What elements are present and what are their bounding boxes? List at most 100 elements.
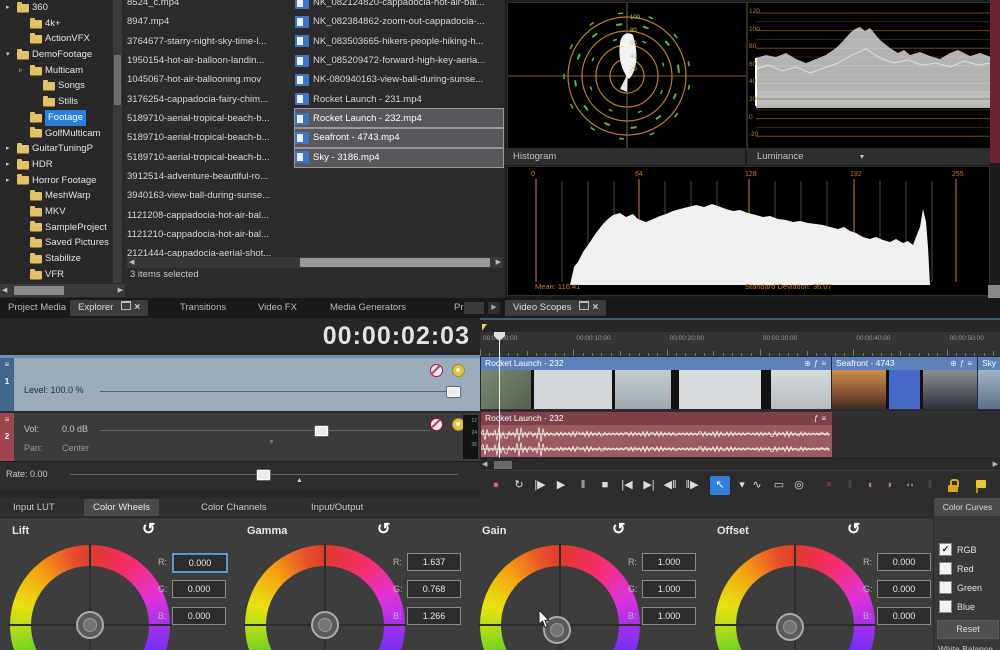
video-track-header[interactable]: ≡ 1 Level: 100.0 %: [0, 355, 480, 412]
tree-item-hdr[interactable]: ▸HDR: [0, 157, 125, 173]
scroll-left-icon[interactable]: ◀: [129, 257, 134, 268]
pan-crop-icon[interactable]: ⊕: [804, 359, 814, 368]
file-row[interactable]: Rocket Launch - 231.mp4: [295, 90, 503, 109]
file-row[interactable]: 1950154-hot-air-balloon-landin...: [127, 51, 295, 70]
tree-item-golfmulticam[interactable]: GolfMulticam: [0, 126, 125, 142]
file-row[interactable]: Rocket Launch - 232.mp4: [295, 109, 503, 128]
wheel-reset-icon[interactable]: ↺: [142, 519, 155, 539]
red-checkbox[interactable]: [939, 562, 952, 575]
tab-color-channels[interactable]: Color Channels: [192, 499, 275, 516]
offset-g-value[interactable]: 0.000: [877, 580, 931, 598]
channel-row-blue[interactable]: Blue: [939, 600, 975, 613]
play-button[interactable]: ▶: [551, 476, 571, 495]
tree-item-saved-pictures[interactable]: Saved Pictures: [0, 235, 125, 251]
normal-edit-tool-button[interactable]: ↖: [710, 476, 730, 495]
file-row[interactable]: NK_085209472-forward-high-key-aeria...: [295, 51, 503, 70]
wheel-reset-icon[interactable]: ↺: [612, 519, 625, 539]
vol-slider-handle[interactable]: [314, 425, 329, 437]
tree-item-mkv[interactable]: MKV: [0, 204, 125, 220]
lift-wheel-puck[interactable]: [76, 611, 104, 639]
stop-button[interactable]: ■: [595, 476, 615, 495]
close-icon[interactable]: ×: [134, 302, 140, 313]
file-row[interactable]: 1045067-hot-air-ballooning.mov: [127, 70, 295, 89]
tree-item-guitartuningp[interactable]: ▸GuitarTuningP: [0, 141, 125, 157]
mute-button[interactable]: [430, 418, 443, 431]
timeline-scroll-thumb[interactable]: [494, 461, 512, 469]
video-track-grip[interactable]: ≡ 1: [0, 358, 14, 412]
histogram-header-bar[interactable]: Histogram: [505, 148, 745, 165]
level-slider-track[interactable]: [100, 391, 448, 392]
next-frame-button[interactable]: ‖▶: [682, 476, 702, 495]
tree-item-meshwarp[interactable]: MeshWarp: [0, 188, 125, 204]
gamma-b-value[interactable]: 1.266: [407, 607, 461, 625]
insert-marker-button[interactable]: [972, 476, 992, 495]
wheel-reset-icon[interactable]: ↺: [847, 519, 860, 539]
float-window-icon[interactable]: [121, 301, 131, 310]
tab-transitions[interactable]: Transitions: [172, 300, 234, 316]
solo-button[interactable]: [452, 364, 465, 377]
tree-item-demofootage[interactable]: ▾DemoFootage: [0, 47, 125, 63]
gamma-g-value[interactable]: 0.768: [407, 580, 461, 598]
zoom-edit-tool-button[interactable]: ◎: [789, 476, 809, 495]
audio-track-grip[interactable]: ≡ 2: [0, 413, 14, 461]
clip-header[interactable]: Rocket Launch - 232ƒ≡: [481, 412, 832, 425]
file-row[interactable]: NK_083503665-hikers-people-hiking-h...: [295, 32, 503, 51]
tree-item-vfr[interactable]: VFR: [0, 267, 125, 283]
channel-row-red[interactable]: Red: [939, 562, 974, 575]
envelope-edit-tool-button[interactable]: ∿: [747, 476, 767, 495]
expand-arrow-icon[interactable]: ▸: [6, 173, 17, 189]
pause-button[interactable]: ‖: [573, 476, 593, 495]
luminance-dropdown[interactable]: Luminance▼: [747, 148, 990, 165]
channel-row-green[interactable]: Green: [939, 581, 982, 594]
track-menu-icon[interactable]: ≡: [0, 360, 14, 369]
tab-project-media[interactable]: Project Media: [0, 300, 74, 316]
tab-video-fx[interactable]: Video FX: [250, 300, 305, 316]
timeline-marker-icon[interactable]: [482, 324, 487, 331]
clip-header[interactable]: Seafront - 4743⊕ƒ≡: [832, 357, 978, 370]
tab-color-wheels[interactable]: Color Wheels: [84, 499, 159, 516]
scroll-left-icon[interactable]: ◀: [2, 284, 7, 297]
previous-frame-button[interactable]: ◀‖: [660, 476, 680, 495]
file-row[interactable]: NK_082124820-cappadocia-hot-air-bal...: [295, 0, 503, 12]
blue-checkbox[interactable]: [939, 600, 952, 613]
tab-input-output[interactable]: Input/Output: [302, 499, 372, 516]
split-button[interactable]: ◖◗: [900, 476, 920, 495]
green-checkbox[interactable]: [939, 581, 952, 594]
gamma-r-value[interactable]: 1.637: [407, 553, 461, 571]
file-row[interactable]: 5189710-aerial-tropical-beach-b...: [127, 148, 295, 167]
tree-item-stills[interactable]: Stills: [0, 94, 125, 110]
selection-edit-tool-button[interactable]: ▭: [769, 476, 789, 495]
file-row[interactable]: 3940163-view-ball-during-sunse...: [127, 186, 295, 205]
clip-menu-icon[interactable]: ≡: [821, 359, 829, 368]
close-icon[interactable]: ×: [592, 302, 598, 313]
file-row[interactable]: 5189710-aerial-tropical-beach-b...: [127, 109, 295, 128]
scroll-right-icon[interactable]: ▶: [118, 284, 123, 297]
tree-item-horror-footage[interactable]: ▸Horror Footage: [0, 173, 125, 189]
tree-item-songs[interactable]: Songs: [0, 78, 125, 94]
clip-header[interactable]: Sky: [978, 357, 1000, 370]
expand-arrow-icon[interactable]: ▸: [6, 141, 17, 157]
file-row[interactable]: 1121208-cappadocia-hot-air-bal...: [127, 206, 295, 225]
tab-explorer[interactable]: Explorer×: [70, 300, 148, 316]
lock-button[interactable]: [944, 476, 964, 495]
file-row[interactable]: 1121210-cappadocia-hot-air-bal...: [127, 225, 295, 244]
delete-button[interactable]: ×: [819, 476, 839, 495]
expand-arrow-icon[interactable]: ▸: [6, 157, 17, 173]
tree-item-360[interactable]: ▸360: [0, 0, 125, 16]
tab-media-generators[interactable]: Media Generators: [322, 300, 414, 316]
video-track-lane[interactable]: Rocket Launch - 232⊕ƒ≡ Seafront - 4743⊕ƒ…: [480, 356, 1000, 409]
vol-slider-track[interactable]: [100, 430, 430, 431]
tab-input-lut[interactable]: Input LUT: [4, 499, 64, 516]
expand-arrow-icon[interactable]: ▾: [6, 47, 17, 63]
timecode-display[interactable]: 00:00:02:03: [0, 318, 470, 355]
file-row[interactable]: 3176254-cappadocia-fairy-chim...: [127, 90, 295, 109]
tree-item-stabilize[interactable]: Stabilize: [0, 251, 125, 267]
tree-horizontal-scroll-thumb[interactable]: [14, 286, 64, 295]
tab-pr[interactable]: Pr: [446, 300, 472, 316]
lift-g-value[interactable]: 0.000: [172, 580, 226, 598]
file-row[interactable]: 5189710-aerial-tropical-beach-b...: [127, 128, 295, 147]
file-row[interactable]: 8524_c.mp4: [127, 0, 295, 12]
rgb-checkbox[interactable]: ✓: [939, 543, 952, 556]
trim-end-button[interactable]: ◗: [880, 476, 900, 495]
video-clip-seafront[interactable]: Seafront - 4743⊕ƒ≡: [831, 356, 979, 411]
